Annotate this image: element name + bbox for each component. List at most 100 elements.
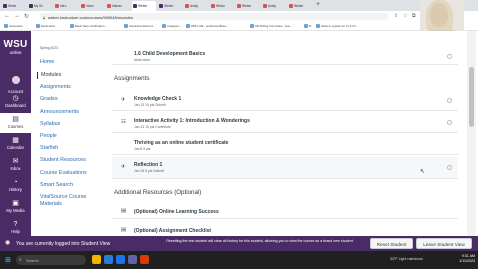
bookmark-item[interactable]: PBS LIVE - ponderoso/Brea...	[186, 24, 228, 28]
browser-tab[interactable]: Interac	[106, 1, 130, 11]
bookmark-favicon-icon	[70, 24, 74, 28]
reload-icon[interactable]: ↻	[24, 13, 29, 20]
completion-circle-icon	[447, 120, 452, 125]
tab-favicon-icon	[3, 4, 7, 8]
global-nav-calendar[interactable]: ▦ Calendar	[0, 134, 31, 154]
completion-circle-icon	[447, 98, 452, 103]
new-tab-button[interactable]: +	[316, 1, 320, 8]
browser-tab[interactable]: Weber	[158, 1, 182, 11]
back-arrow-icon[interactable]: ←	[4, 13, 10, 19]
module-item[interactable]: ▤ (Optional) Online Learning Success	[112, 204, 458, 219]
share-icon[interactable]: ⇪	[394, 13, 398, 19]
logo-text: WSU	[3, 39, 28, 50]
browser-tab[interactable]: Inbox	[80, 1, 104, 11]
global-nav-inbox[interactable]: ✉ Inbox	[0, 155, 31, 175]
course-nav-assignments[interactable]: Assignments	[40, 84, 71, 91]
history-icon: ◔	[13, 179, 18, 186]
scrollbar-thumb[interactable]	[469, 67, 474, 127]
bookmark-item[interactable]: Interactive Resourc...	[124, 24, 155, 28]
bookmark-favicon-icon	[250, 24, 254, 28]
module-item[interactable]: Thriving as an online student certificat…	[112, 135, 458, 155]
reset-student-button[interactable]: Reset Student	[370, 238, 413, 249]
course-nav-starfish[interactable]: Starfish	[40, 145, 58, 152]
module-item-title[interactable]: Interactive Activity 1: Introduction & W…	[134, 118, 250, 124]
course-nav-home[interactable]: Home	[40, 59, 54, 66]
completion-circle-icon	[447, 165, 452, 170]
module-item-title[interactable]: 1.6 Child Development Basics	[134, 51, 205, 57]
module-header-additional-resources[interactable]: Additional Resources (Optional)	[112, 189, 458, 196]
browser-tab[interactable]: Webe	[2, 1, 26, 11]
bookmark-item[interactable]: Instagram	[162, 24, 179, 28]
bookmark-item[interactable]: M	[304, 24, 311, 28]
bookmark-item[interactable]: KE Writing Committee - Goo...	[250, 24, 293, 28]
course-nav-grades[interactable]: Grades	[40, 96, 58, 103]
taskbar-search-input[interactable]: ⌕ Search	[16, 255, 86, 265]
module-item[interactable]: 1.6 Child Development Basics Mark done	[112, 48, 458, 65]
file-explorer-icon[interactable]	[92, 255, 101, 264]
browser-tab[interactable]: Welco	[210, 1, 234, 11]
powerpoint-icon[interactable]	[140, 255, 149, 264]
star-icon[interactable]: ☆	[403, 13, 407, 19]
browser-tab-active[interactable]: Weber	[132, 1, 156, 11]
course-nav-smart-search[interactable]: Smart Search	[40, 182, 73, 189]
bookmark-item[interactable]: Basic Savy Certification...	[70, 24, 107, 28]
taskbar-clock[interactable]: 9:31 AM 1/11/2023	[453, 254, 475, 264]
tab-favicon-icon	[81, 4, 85, 8]
browser-tab[interactable]: Weber	[288, 1, 312, 11]
module-item-title[interactable]: (Optional) Assignment Checklist	[134, 228, 211, 234]
course-term: Spring 2023	[40, 46, 58, 50]
global-nav-courses[interactable]: ▤ Courses	[0, 113, 31, 133]
mail-icon[interactable]	[104, 255, 113, 264]
module-item-meta: Mark done	[134, 58, 151, 62]
tab-favicon-icon	[289, 4, 293, 8]
wsu-online-logo[interactable]: WSU online	[3, 39, 28, 56]
module-item-meta: Jan 15 5 pts Submit	[134, 169, 164, 173]
page-scrollbar[interactable]	[467, 31, 476, 236]
course-nav-course-evaluations[interactable]: Course Evaluations	[40, 170, 87, 177]
weather-widget[interactable]: 33°F Light rain/snow	[390, 257, 423, 261]
url-field[interactable]: 🔒︎ weber.instructure.com/courses/599548/…	[40, 13, 388, 20]
course-nav-syllabus[interactable]: Syllabus	[40, 121, 60, 128]
bookmark-item[interactable]: Gamewarp	[4, 24, 23, 28]
teams-icon[interactable]	[128, 255, 137, 264]
mouse-cursor-icon: ↖	[420, 169, 426, 175]
module-item-title[interactable]: Reflection 1	[134, 162, 162, 168]
bookmark-item[interactable]: Ideas to register for CYF Ch...	[316, 24, 358, 28]
help-icon: ?	[13, 221, 18, 228]
leave-student-view-button[interactable]: Leave Student View	[416, 238, 472, 249]
dashboard-icon: ◷	[12, 95, 19, 102]
bookmarks-bar: Gamewarp Bookmarks Basic Savy Certificat…	[0, 22, 478, 31]
course-nav-vitalsource[interactable]: VitalSource Course Materials	[40, 194, 102, 207]
global-nav-help[interactable]: ? Help	[0, 218, 31, 238]
clock-date: 1/11/2023	[459, 259, 475, 263]
lock-icon: 🔒︎	[43, 14, 46, 20]
browser-tab[interactable]: Weber	[236, 1, 260, 11]
courses-icon: ▤	[12, 116, 19, 123]
module-item[interactable]: ✈ Knowledge Check 1 Jan 13 10 pts Submit	[112, 91, 458, 111]
course-nav-announcements[interactable]: Announcements	[40, 109, 79, 116]
extensions-icon[interactable]: ⧉	[412, 13, 416, 19]
course-nav-people[interactable]: People	[40, 133, 57, 140]
module-header-assignments[interactable]: Assignments	[112, 75, 458, 82]
chrome-icon[interactable]	[116, 255, 125, 264]
module-item-title[interactable]: (Optional) Online Learning Success	[134, 209, 219, 215]
global-nav-account[interactable]: Account	[0, 71, 31, 94]
course-nav-student-resources[interactable]: Student Resources	[40, 157, 86, 164]
module-item-title[interactable]: Thriving as an online student certificat…	[134, 140, 228, 146]
browser-tab[interactable]: My Sc	[28, 1, 52, 11]
course-nav-modules[interactable]: Modules	[37, 72, 61, 79]
forward-arrow-icon[interactable]: →	[14, 13, 20, 19]
browser-tab[interactable]: Intro	[54, 1, 78, 11]
global-nav-my-media[interactable]: ▣ My Media	[0, 197, 31, 217]
tab-favicon-icon	[159, 4, 163, 8]
module-item-title[interactable]: Knowledge Check 1	[134, 96, 181, 102]
global-nav-dashboard[interactable]: ◷ Dashboard	[0, 92, 31, 112]
module-item[interactable]: ☷ Interactive Activity 1: Introduction &…	[112, 113, 458, 133]
browser-tab[interactable]: Analy	[262, 1, 286, 11]
module-item[interactable]: ✈ Reflection 1 Jan 15 5 pts Submit	[112, 157, 458, 179]
browser-tab[interactable]: Analy	[184, 1, 208, 11]
module-item[interactable]: ▤ (Optional) Assignment Checklist	[112, 223, 458, 236]
windows-start-icon[interactable]: ⊞	[5, 256, 11, 264]
bookmark-item[interactable]: Bookmarks	[36, 24, 55, 28]
global-nav-history[interactable]: ◔ History	[0, 176, 31, 196]
